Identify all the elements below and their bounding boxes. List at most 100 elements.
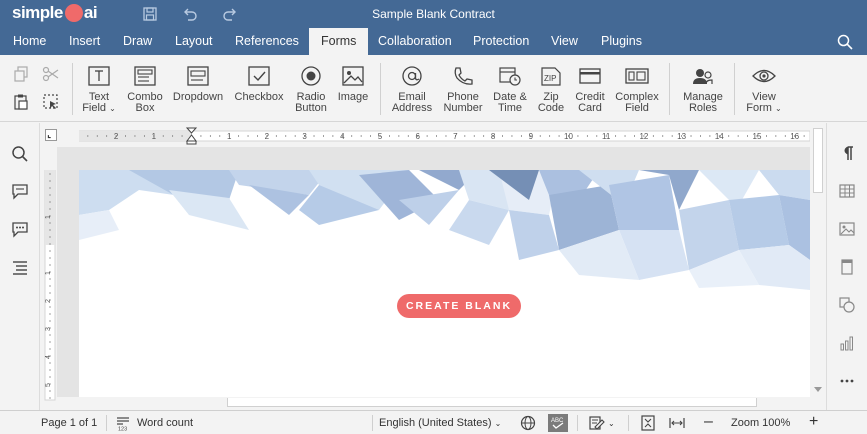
word-count-label[interactable]: Word count [137,417,193,429]
ribbon-toolbar: Text Field ⌄ Combo Box Dropdown Checkbox… [0,55,867,122]
image-icon[interactable] [839,221,855,237]
fit-width-icon[interactable] [669,415,685,431]
ruler-label: 16 [790,132,799,141]
ruler-label: 3 [45,327,52,331]
horizontal-scrollbar[interactable] [57,397,825,409]
tab-forms[interactable]: Forms [309,28,369,55]
ruler-label: 1 [45,215,52,219]
document-title: Sample Blank Contract [372,7,495,21]
navigation-icon[interactable] [11,258,29,276]
ribbon-separator [734,63,735,115]
chart-icon[interactable] [839,335,855,351]
comment-icon[interactable] [11,182,29,200]
complex-field-button[interactable]: Complex Field [613,65,661,114]
view-form-button[interactable]: View Form ⌄ [743,65,785,114]
paragraph-icon[interactable] [839,145,855,161]
zip-code-icon: ZIP [541,67,561,86]
shape-icon[interactable] [839,297,855,313]
date-time-button[interactable]: Date & Time [490,65,530,114]
zip-code-button[interactable]: ZIP Zip Code [534,65,568,114]
ruler-label: 15 [753,132,762,141]
vertical-ruler[interactable]: 1 1 2 3 4 5 [44,170,56,402]
ruler-label: 1 [45,271,52,275]
email-address-button[interactable]: Email Address [389,65,435,114]
checkbox-icon [248,66,270,86]
chevron-down-icon: ⌄ [109,104,116,113]
scroll-thumb[interactable] [227,398,757,407]
status-separator [628,415,629,431]
tab-collaboration[interactable]: Collaboration [366,28,464,55]
search-icon[interactable] [837,34,853,50]
zoom-level[interactable]: Zoom 100% [731,417,790,429]
ruler-label: 4 [340,132,345,141]
phone-number-button[interactable]: Phone Number [440,65,486,114]
svg-text:123: 123 [118,427,127,432]
horizontal-ruler[interactable]: 2 1 1 2 3 4 5 6 7 8 9 10 11 12 13 14 15 16 [79,127,810,145]
text-field-icon [88,66,110,86]
scroll-down-arrow-icon[interactable] [814,387,822,393]
tab-protection[interactable]: Protection [461,28,541,55]
ruler-label: 12 [639,132,648,141]
credit-card-icon [579,68,601,84]
tab-draw[interactable]: Draw [111,28,164,55]
svg-text:ZIP: ZIP [544,74,556,83]
create-blank-button[interactable]: CREATE BLANK [397,294,521,318]
ruler-label: 3 [302,132,307,141]
ruler-label: 9 [529,132,534,141]
editor-window: simple ai Sample Blank Contract Home Inse… [0,0,867,434]
combo-box-icon [134,66,156,86]
ruler-label: 2 [114,132,119,141]
cut-icon[interactable] [42,65,60,83]
page-indicator[interactable]: Page 1 of 1 [41,417,97,429]
fit-page-icon[interactable] [640,415,656,431]
tab-view[interactable]: View [539,28,590,55]
tab-plugins[interactable]: Plugins [589,28,654,55]
checkbox-button[interactable]: Checkbox [232,65,286,103]
tab-insert[interactable]: Insert [57,28,112,55]
tab-bar: Home Insert Draw Layout References Forms… [0,28,867,55]
credit-card-button[interactable]: Credit Card [571,65,609,114]
tab-stop-selector[interactable]: ⌞ [45,129,57,141]
left-indent-marker[interactable] [186,140,197,145]
calendar-clock-icon [499,67,521,86]
text-field-button[interactable]: Text Field ⌄ [79,65,119,114]
image-button[interactable]: Image [335,65,371,103]
ruler-label: 2 [45,299,52,303]
zoom-out-button[interactable]: – [704,413,713,431]
select-all-icon[interactable] [42,93,60,111]
status-bar: Page 1 of 1 123 Word count English (Unit… [0,410,867,434]
scroll-thumb[interactable] [813,128,823,193]
search-icon[interactable] [11,145,29,163]
paste-icon[interactable] [12,93,30,111]
right-sidebar [826,123,867,410]
zoom-in-button[interactable]: + [809,413,818,431]
header-footer-icon[interactable] [839,259,855,275]
word-count-icon[interactable]: 123 [116,415,132,431]
radio-button-button[interactable]: Radio Button [292,65,330,114]
chevron-down-icon[interactable]: ⌄ [608,419,615,428]
chevron-down-icon: ⌄ [775,104,782,113]
status-separator [106,415,107,431]
chat-icon[interactable] [11,220,29,238]
dropdown-button[interactable]: Dropdown [171,65,225,103]
manage-roles-button[interactable]: Manage Roles [680,65,726,114]
document-page[interactable]: CREATE BLANK [79,170,810,397]
combo-box-button[interactable]: Combo Box [124,65,166,114]
status-separator [577,415,578,431]
language-selector[interactable]: English (United States) ⌄ [379,417,501,429]
title-bar: simple ai Sample Blank Contract [0,0,867,28]
track-changes-icon[interactable] [589,415,605,431]
globe-icon[interactable] [520,415,536,431]
status-separator [372,415,373,431]
tab-layout[interactable]: Layout [163,28,225,55]
more-icon[interactable] [839,373,855,389]
tab-references[interactable]: References [223,28,311,55]
spell-check-icon[interactable]: ABC [548,414,568,432]
ruler-label: 5 [45,383,52,387]
ruler-label: 1 [227,132,232,141]
vertical-scrollbar[interactable] [811,123,825,397]
chevron-down-icon: ⌄ [494,419,502,428]
copy-icon[interactable] [12,65,30,83]
tab-home[interactable]: Home [1,28,58,55]
table-icon[interactable] [839,183,855,199]
